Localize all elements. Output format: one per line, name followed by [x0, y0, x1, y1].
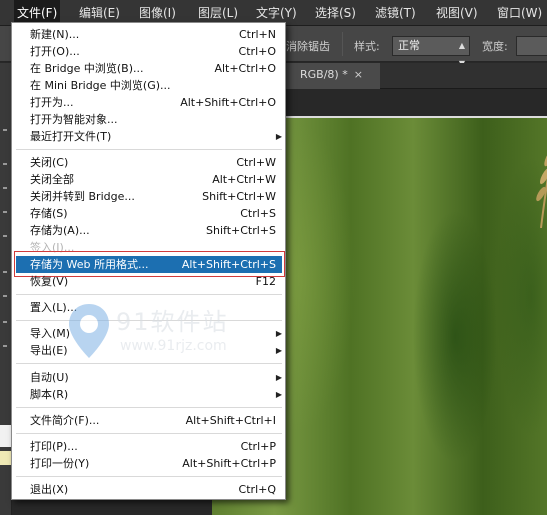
menu-item-label: 恢复(V) [30, 275, 69, 288]
menu-item-shortcut: Alt+Shift+Ctrl+I [185, 414, 276, 427]
menu-item-label: 导入(M) [30, 327, 71, 340]
submenu-arrow-icon: ▶ [275, 373, 282, 382]
menu-separator [16, 433, 282, 434]
menu-item-shortcut: Ctrl+P [240, 440, 276, 453]
menu-item-close-all[interactable]: 关闭全部 Alt+Ctrl+W [16, 171, 282, 188]
menu-item-label: 关闭全部 [30, 173, 74, 186]
menu-item-save-as[interactable]: 存储为(A)... Shift+Ctrl+S [16, 222, 282, 239]
tool-marker [3, 129, 7, 131]
menu-item-shortcut: F12 [255, 275, 276, 288]
menu-item-label: 打印(P)... [30, 440, 78, 453]
width-label: 宽度: [482, 40, 508, 53]
style-label: 样式: [354, 40, 380, 53]
submenu-arrow-icon: ▶ [275, 329, 282, 338]
menu-item-label: 脚本(R) [30, 388, 69, 401]
menu-item-shortcut: Alt+Shift+Ctrl+P [182, 457, 276, 470]
menu-separator [16, 320, 282, 321]
menu-item-place[interactable]: 置入(L)... [16, 299, 282, 316]
menu-item-export[interactable]: 导出(E) ▶ [16, 342, 282, 359]
menu-item-revert[interactable]: 恢复(V) F12 [16, 273, 282, 290]
menu-item-shortcut: Alt+Shift+Ctrl+O [180, 96, 276, 109]
tool-marker [3, 345, 7, 347]
menu-separator [16, 294, 282, 295]
menu-item-label: 打开(O)... [30, 45, 80, 58]
menu-item-label: 退出(X) [30, 483, 69, 496]
menu-item-label: 在 Bridge 中浏览(B)... [30, 62, 144, 75]
menu-separator [16, 476, 282, 477]
menu-item-shortcut: Ctrl+N [238, 28, 276, 41]
tool-marker [3, 211, 7, 213]
menu-item-shortcut: Shift+Ctrl+W [202, 190, 276, 203]
options-divider [342, 32, 343, 56]
document-tab-title: RGB/8) * [300, 68, 348, 81]
menu-item-label: 打开为... [30, 96, 74, 109]
menu-item-label: 置入(L)... [30, 301, 78, 314]
document-tab[interactable]: RGB/8) * × [284, 63, 380, 89]
antialias-label[interactable]: 消除锯齿 [286, 38, 330, 54]
file-menu-dropdown: 新建(N)... Ctrl+N 打开(O)... Ctrl+O 在 Bridge 中… [11, 22, 286, 500]
menu-item-open-as[interactable]: 打开为... Alt+Shift+Ctrl+O [16, 94, 282, 111]
menu-item-shortcut: Alt+Ctrl+W [212, 173, 276, 186]
menu-item-open[interactable]: 打开(O)... Ctrl+O [16, 43, 282, 60]
menu-item-label: 存储(S) [30, 207, 68, 220]
menu-item-scripts[interactable]: 脚本(R) ▶ [16, 386, 282, 403]
menu-item-exit[interactable]: 退出(X) Ctrl+Q [16, 481, 282, 498]
tool-marker [3, 235, 7, 237]
menu-item-shortcut: Ctrl+W [236, 156, 276, 169]
menu-item-shortcut: Ctrl+O [238, 45, 276, 58]
width-input[interactable] [516, 36, 547, 56]
menu-item-file-info[interactable]: 文件简介(F)... Alt+Shift+Ctrl+I [16, 412, 282, 429]
menu-item-close-go-bridge[interactable]: 关闭并转到 Bridge... Shift+Ctrl+W [16, 188, 282, 205]
menu-item-label: 新建(N)... [30, 28, 80, 41]
menu-item-import[interactable]: 导入(M) ▶ [16, 325, 282, 342]
menu-item-save[interactable]: 存储(S) Ctrl+S [16, 205, 282, 222]
submenu-arrow-icon: ▶ [275, 346, 282, 355]
menu-item-open-smart-object[interactable]: 打开为智能对象... [16, 111, 282, 128]
menu-filter[interactable]: 滤镜(T) [372, 0, 419, 26]
submenu-arrow-icon: ▶ [275, 390, 282, 399]
menu-item-print-one-copy[interactable]: 打印一份(Y) Alt+Shift+Ctrl+P [16, 455, 282, 472]
menu-item-label: 打开为智能对象... [30, 113, 118, 126]
menu-item-label: 关闭并转到 Bridge... [30, 190, 135, 203]
menu-item-label: 文件简介(F)... [30, 414, 100, 427]
menu-item-shortcut: Ctrl+S [240, 207, 276, 220]
submenu-arrow-icon: ▶ [275, 132, 282, 141]
tool-marker [3, 321, 7, 323]
menu-item-shortcut: Ctrl+Q [238, 483, 276, 496]
menu-item-label: 自动(U) [30, 371, 69, 384]
menu-window[interactable]: 窗口(W) [494, 0, 545, 26]
style-select[interactable]: 正常 ▲▼ [392, 36, 470, 68]
menu-separator [16, 363, 282, 364]
menu-item-recent-files[interactable]: 最近打开文件(T) ▶ [16, 128, 282, 145]
menu-item-new[interactable]: 新建(N)... Ctrl+N [16, 26, 282, 43]
menu-item-label: 最近打开文件(T) [30, 130, 112, 143]
tool-marker [3, 271, 7, 273]
tool-marker [3, 295, 7, 297]
tool-marker [3, 163, 7, 165]
close-icon[interactable]: × [354, 68, 363, 81]
menu-separator [16, 407, 282, 408]
style-select-value: 正常 [398, 39, 420, 52]
menu-separator [16, 149, 282, 150]
menu-item-label: 在 Mini Bridge 中浏览(G)... [30, 79, 171, 92]
menu-item-browse-mini-bridge[interactable]: 在 Mini Bridge 中浏览(G)... [16, 77, 282, 94]
menu-item-print[interactable]: 打印(P)... Ctrl+P [16, 438, 282, 455]
menu-view[interactable]: 视图(V) [433, 0, 481, 26]
tool-marker [3, 187, 7, 189]
menu-item-shortcut: Shift+Ctrl+S [206, 224, 276, 237]
grass-seed-head [536, 149, 547, 228]
menu-item-label: 存储为(A)... [30, 224, 90, 237]
menu-item-label: 关闭(C) [30, 156, 69, 169]
menu-item-close[interactable]: 关闭(C) Ctrl+W [16, 154, 282, 171]
menu-item-automate[interactable]: 自动(U) ▶ [16, 369, 282, 386]
menu-item-label: 导出(E) [30, 344, 68, 357]
menu-item-shortcut: Alt+Ctrl+O [214, 62, 276, 75]
menu-item-browse-bridge[interactable]: 在 Bridge 中浏览(B)... Alt+Ctrl+O [16, 60, 282, 77]
menu-select[interactable]: 选择(S) [312, 0, 359, 26]
menu-item-label: 打印一份(Y) [30, 457, 90, 470]
